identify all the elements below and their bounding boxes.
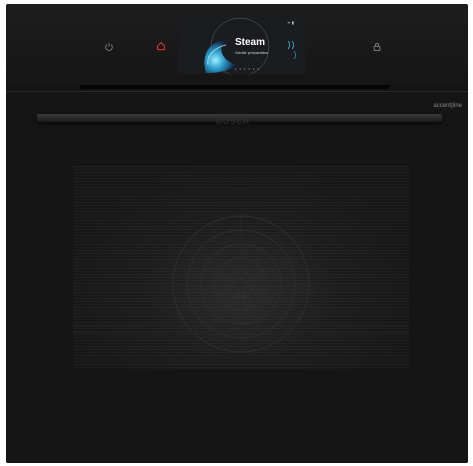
display-progress-dots: • • • • • • bbox=[235, 66, 260, 71]
display-title: Steam bbox=[235, 37, 266, 48]
home-icon[interactable] bbox=[156, 41, 166, 51]
oven-door[interactable]: accent|line BOSCH bbox=[6, 92, 468, 463]
display-screen[interactable]: Steam Gentle preparation • • • • • • ᯤ ▮ bbox=[178, 15, 305, 74]
oven: Steam Gentle preparation • • • • • • ᯤ ▮… bbox=[6, 4, 468, 463]
fan-icon bbox=[73, 215, 409, 353]
brand-logo: BOSCH bbox=[216, 117, 250, 126]
accent-line-logo: accent|line bbox=[433, 103, 462, 109]
lock-icon[interactable] bbox=[372, 42, 382, 52]
control-panel: Steam Gentle preparation • • • • • • ᯤ ▮ bbox=[6, 4, 468, 84]
display-status-icons: ᯤ ▮ bbox=[287, 20, 294, 25]
panel-divider bbox=[80, 85, 390, 89]
power-icon[interactable] bbox=[104, 42, 114, 52]
display-subtitle: Gentle preparation bbox=[235, 50, 269, 55]
oven-window bbox=[73, 166, 409, 369]
